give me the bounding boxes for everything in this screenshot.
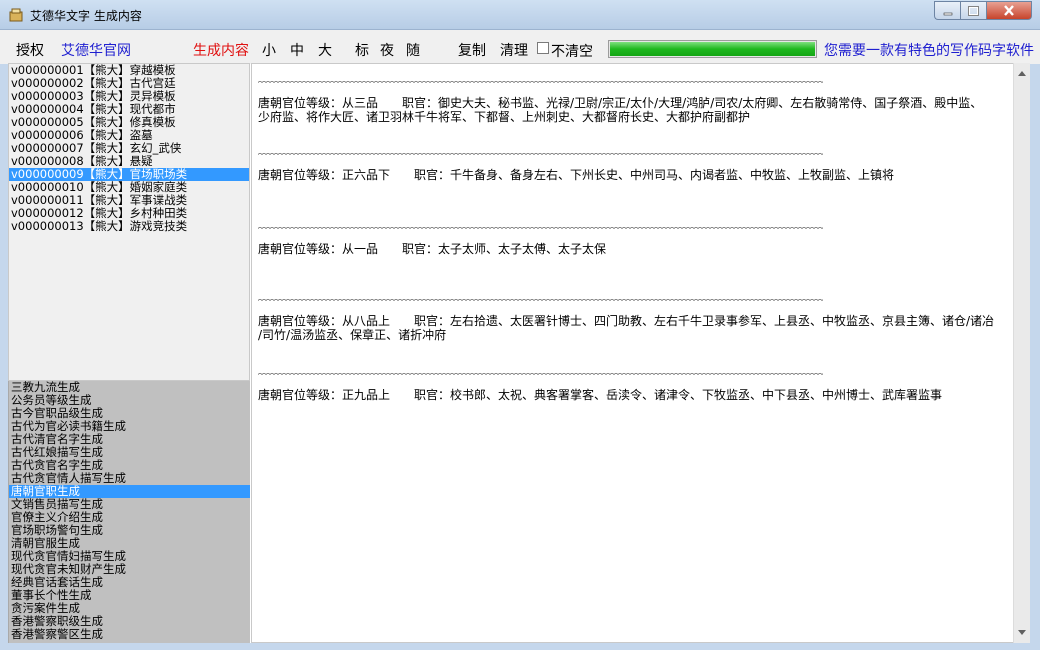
output-line: 唐朝官位等级：正九品上 职官：校书郎、太祝、典客署掌客、岳渎令、诸津令、下牧监丞… (258, 388, 943, 402)
output-entry: 唐朝官位等级：正九品上 职官：校书郎、太祝、典客署掌客、岳渎令、诸津令、下牧监丞… (258, 370, 1018, 402)
separator-line (258, 370, 823, 376)
scroll-up-button[interactable] (1014, 65, 1030, 82)
slogan-link[interactable]: 您需要一款有特色的写作码字软件 (824, 40, 1034, 60)
close-button[interactable] (986, 1, 1032, 20)
progress-fill (610, 42, 815, 56)
output-text-area[interactable]: 唐朝官位等级：从三品 职官：御史大夫、秘书监、光禄/卫尉/宗正/太仆/大理/鸿胪… (251, 63, 1028, 643)
theme-random-button[interactable]: 随 (406, 40, 420, 60)
output-line: 唐朝官位等级：从一品 职官：太子太师、太子太傅、太子太保 (258, 242, 607, 256)
separator-line (258, 296, 823, 302)
minimize-icon (943, 12, 952, 15)
generator-list[interactable]: 三教九流生成 公务员等级生成 古今官职品级生成 古代为官必读书籍生成 古代清官名字生成古… (8, 381, 250, 643)
title-bar: 艾德华文字 生成内容 (0, 0, 1040, 30)
window-frame-right (1030, 30, 1040, 650)
output-line: 唐朝官位等级：从八品上 职官：左右拾遗、太医署针博士、四门助教、左右千牛卫录事参… (258, 314, 995, 328)
maximize-icon (968, 5, 979, 16)
clear-button[interactable]: 清理 (500, 40, 528, 60)
chevron-up-icon (1018, 71, 1026, 76)
no-clear-checkbox[interactable] (537, 42, 549, 54)
close-icon (1004, 5, 1014, 16)
font-small-button[interactable]: 小 (262, 40, 276, 60)
no-clear-label: 不清空 (551, 44, 593, 60)
separator-line (258, 150, 823, 156)
window-controls (934, 1, 1032, 21)
window-frame-left (0, 30, 8, 650)
output-line: 少府监、将作大匠、诸卫羽林千牛将军、下都督、上州刺史、大都督府长史、大都护府副都… (258, 110, 751, 124)
generate-button[interactable]: 生成内容 (193, 40, 249, 60)
output-entry: 唐朝官位等级：从八品上 职官：左右拾遗、太医署针博士、四门助教、左右千牛卫录事参… (258, 296, 1018, 342)
auth-link[interactable]: 授权 (16, 40, 44, 60)
template-item[interactable]: v000000013【熊大】游戏竞技类 (9, 220, 249, 233)
output-entry: 唐朝官位等级：从三品 职官：御史大夫、秘书监、光禄/卫尉/宗正/太仆/大理/鸿胪… (258, 78, 1018, 124)
theme-night-button[interactable]: 夜 (380, 40, 394, 60)
output-line: 唐朝官位等级：正六品下 职官：千牛备身、备身左右、下州长史、中州司马、内谒者监、… (258, 168, 895, 182)
vertical-scrollbar[interactable] (1013, 63, 1030, 643)
font-large-button[interactable]: 大 (318, 40, 332, 60)
maximize-button[interactable] (960, 1, 986, 20)
font-medium-button[interactable]: 中 (290, 40, 304, 60)
output-entry: 唐朝官位等级：从一品 职官：太子太师、太子太傅、太子太保 (258, 224, 1018, 256)
output-entry: 唐朝官位等级：正六品下 职官：千牛备身、备身左右、下州长史、中州司马、内谒者监、… (258, 150, 1018, 182)
separator-line (258, 78, 823, 84)
separator-line (258, 224, 823, 230)
output-line: /司竹/温汤监丞、保章正、诸折冲府 (258, 328, 447, 342)
theme-standard-button[interactable]: 标 (355, 40, 369, 60)
generator-item[interactable]: 香港警察警区生成 (9, 628, 250, 641)
window-frame-bottom (0, 643, 1040, 650)
chevron-down-icon (1018, 630, 1026, 635)
app-icon (9, 8, 23, 22)
official-site-link[interactable]: 艾德华官网 (61, 40, 131, 60)
template-list[interactable]: v000000001【熊大】穿越模板 v000000002【熊大】古代宫廷 v000… (8, 63, 250, 381)
progress-bar (608, 40, 817, 58)
minimize-button[interactable] (934, 1, 960, 20)
window-title: 艾德华文字 生成内容 (30, 9, 142, 23)
scroll-down-button[interactable] (1014, 624, 1030, 641)
output-line: 唐朝官位等级：从三品 职官：御史大夫、秘书监、光禄/卫尉/宗正/太仆/大理/鸿胪… (258, 96, 983, 110)
copy-button[interactable]: 复制 (458, 40, 486, 60)
